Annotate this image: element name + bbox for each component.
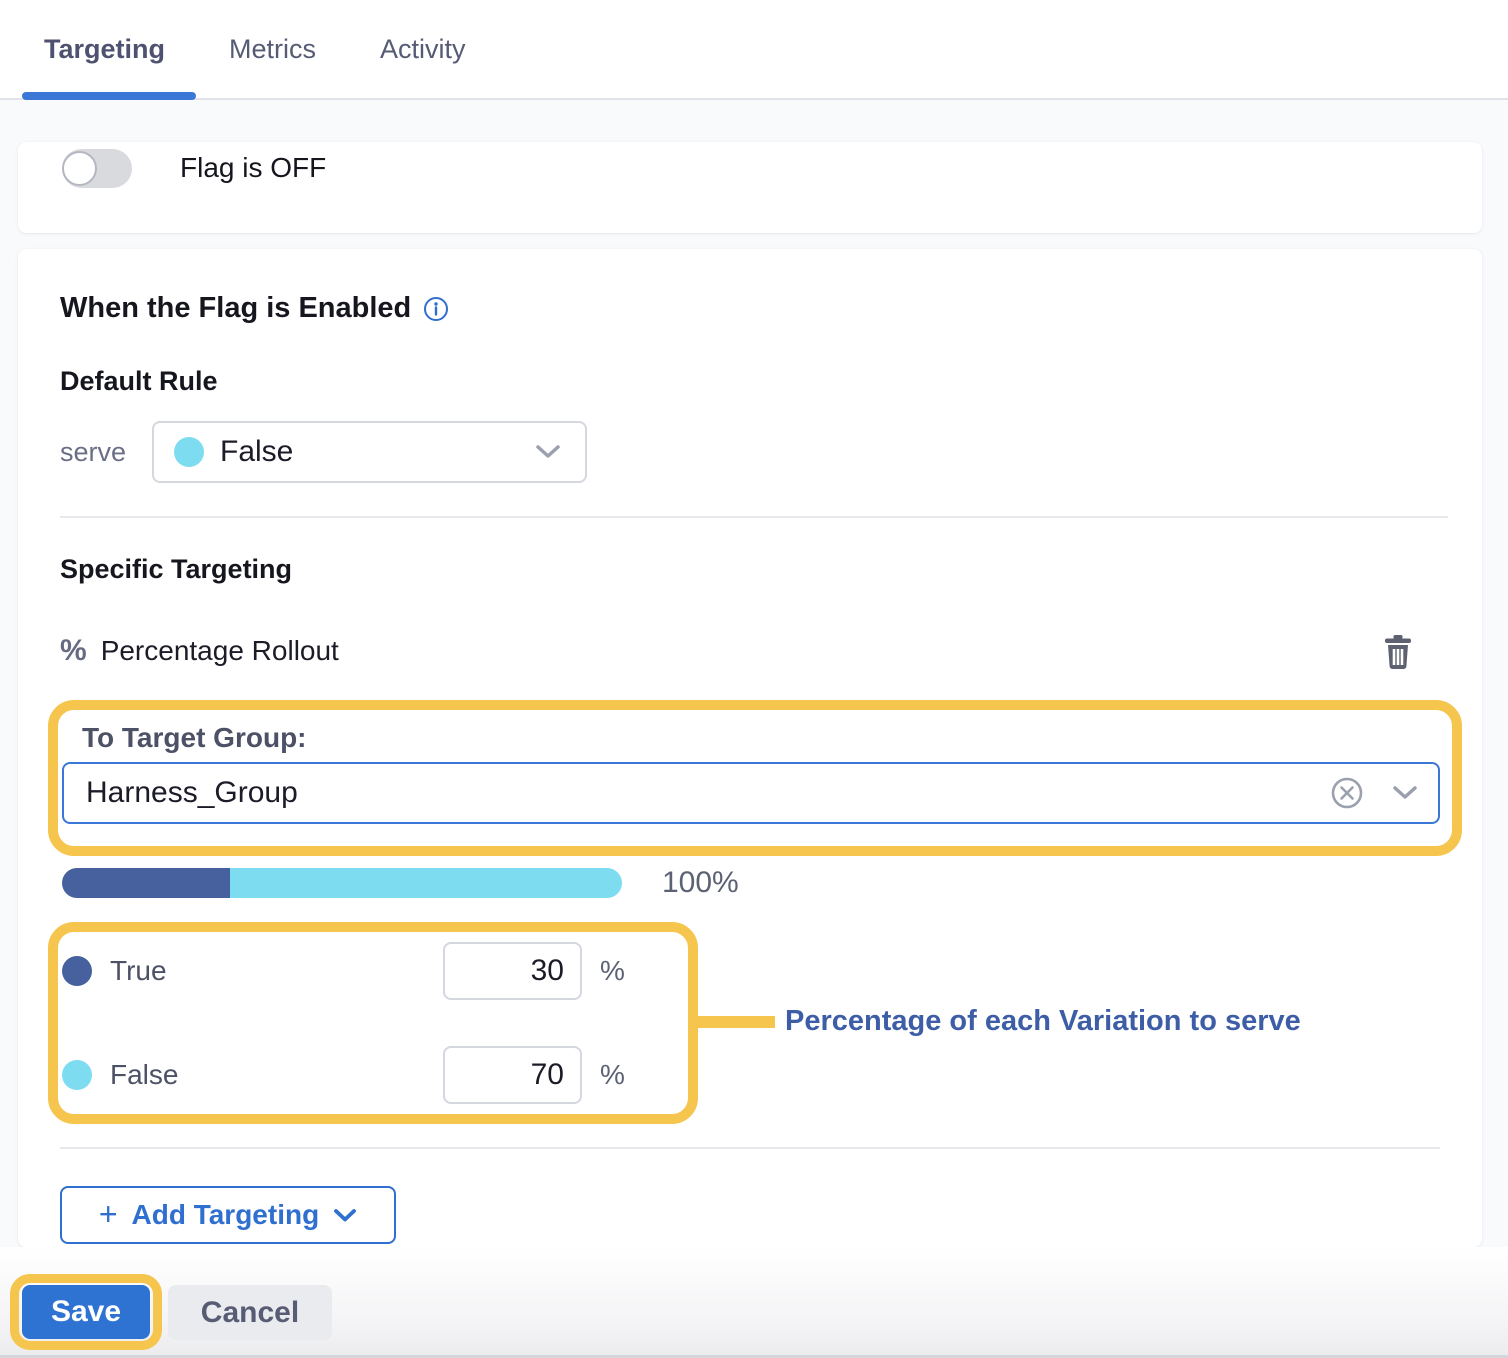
chevron-down-icon [333,1208,357,1223]
active-tab-underline [22,92,196,100]
variation-percent-input-false[interactable] [443,1046,582,1104]
percent-suffix: % [600,955,625,987]
default-variation-select[interactable]: False [152,421,587,483]
variation-percent-input-true[interactable] [443,942,582,1000]
tab-targeting[interactable]: Targeting [44,34,165,65]
target-group-value: Harness_Group [86,776,1302,810]
default-rule-row: serve False [60,421,587,483]
annotation-text: Percentage of each Variation to serve [785,1005,1301,1038]
variation-weights-highlight-box: True % False % [48,922,698,1124]
clear-selection-icon[interactable] [1328,774,1366,812]
serve-label: serve [60,437,152,468]
percentage-rollout-rule-header: % Percentage Rollout [60,634,339,668]
plus-icon: + [99,1198,118,1230]
variation-name-true: True [110,955,167,987]
variation-dot-default [174,437,204,467]
add-targeting-label: Add Targeting [132,1199,320,1231]
target-group-highlight-box: To Target Group: Harness_Group [48,700,1462,856]
target-group-label: To Target Group: [82,722,307,754]
variation-dot-false [62,1060,92,1090]
tab-bar: Targeting Metrics Activity [0,0,1508,100]
chevron-down-icon [535,444,561,460]
save-button-highlight-ring: Save [10,1274,162,1350]
target-group-select[interactable]: Harness_Group [62,762,1440,824]
variation-row-false: False % [58,1046,688,1104]
variation-dot-true [62,956,92,986]
specific-targeting-heading: Specific Targeting [60,554,292,585]
divider [60,516,1448,518]
section-title-text: When the Flag is Enabled [60,292,411,325]
rollout-distribution-bar [62,868,622,898]
rollout-segment-true [62,868,230,898]
flag-toggle-row: Flag is OFF [62,148,326,188]
add-targeting-button[interactable]: + Add Targeting [60,1186,396,1244]
default-rule-heading: Default Rule [60,366,218,397]
delete-rule-trash-icon[interactable] [1383,635,1413,669]
annotation-connector-line [698,1016,775,1028]
chevron-down-icon [1392,785,1418,801]
divider [60,1147,1440,1149]
section-title: When the Flag is Enabled [60,292,449,325]
info-icon[interactable] [423,296,449,322]
percent-suffix: % [600,1059,625,1091]
rule-title: Percentage Rollout [101,635,339,667]
save-button[interactable]: Save [22,1285,150,1339]
percent-icon: % [60,634,87,668]
rollout-total-label: 100% [662,868,739,898]
tab-activity[interactable]: Activity [380,34,466,65]
variation-name-false: False [110,1059,178,1091]
flag-status-card: Flag is OFF [18,142,1482,233]
flag-status-label: Flag is OFF [180,152,326,184]
cancel-button[interactable]: Cancel [168,1285,332,1340]
flag-targeting-page: Targeting Metrics Activity Flag is OFF W… [0,0,1508,1358]
default-variation-value: False [220,435,535,469]
rollout-segment-false [230,868,622,898]
toggle-knob [62,151,97,186]
flag-toggle[interactable] [62,149,132,188]
variation-row-true: True % [58,942,688,1000]
tab-metrics[interactable]: Metrics [229,34,316,65]
